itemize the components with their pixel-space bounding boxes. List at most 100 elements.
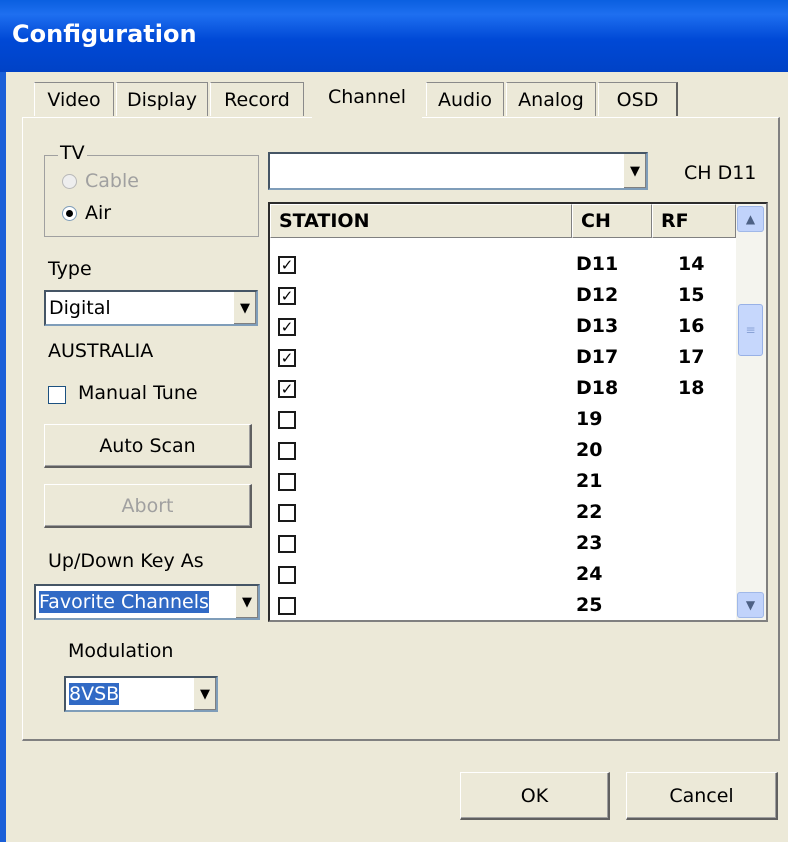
auto-scan-button[interactable]: Auto Scan bbox=[44, 424, 252, 468]
manual-tune-label: Manual Tune bbox=[78, 382, 198, 404]
table-row[interactable]: 22 bbox=[270, 498, 730, 529]
table-row[interactable]: ✓ D13 16 bbox=[270, 312, 730, 343]
updown-value: Favorite Channels bbox=[36, 591, 235, 613]
row-checkbox[interactable] bbox=[278, 504, 296, 522]
station-combo[interactable]: ▼ bbox=[268, 152, 648, 190]
chevron-down-icon[interactable]: ▼ bbox=[235, 586, 258, 618]
type-value: Digital bbox=[49, 297, 111, 319]
tv-group-label: TV bbox=[58, 142, 87, 164]
abort-button[interactable]: Abort bbox=[44, 484, 252, 528]
row-checkbox[interactable] bbox=[278, 473, 296, 491]
type-dropdown[interactable]: Digital ▼ bbox=[44, 290, 258, 326]
row-rf: 15 bbox=[678, 284, 705, 306]
radio-air-label: Air bbox=[85, 202, 112, 224]
abort-label: Abort bbox=[121, 494, 174, 517]
table-row[interactable]: 24 bbox=[270, 560, 730, 591]
row-checkbox[interactable]: ✓ bbox=[278, 256, 296, 274]
table-row[interactable]: ✓ D11 14 bbox=[270, 250, 730, 281]
scroll-down-icon[interactable]: ▼ bbox=[737, 592, 764, 618]
radio-air[interactable]: Air bbox=[62, 202, 111, 224]
row-rf: 18 bbox=[678, 377, 705, 399]
table-row[interactable]: 21 bbox=[270, 467, 730, 498]
chevron-down-icon[interactable]: ▼ bbox=[623, 154, 646, 188]
row-ch: D17 bbox=[576, 346, 619, 368]
chevron-down-icon[interactable]: ▼ bbox=[193, 678, 216, 710]
scroll-up-icon[interactable]: ▲ bbox=[737, 206, 764, 232]
table-row[interactable]: 23 bbox=[270, 529, 730, 560]
row-ch: 22 bbox=[576, 501, 603, 523]
tab-label: Record bbox=[224, 88, 290, 111]
radio-cable-dot bbox=[62, 173, 77, 189]
row-ch: 19 bbox=[576, 408, 603, 430]
table-row[interactable]: 19 bbox=[270, 405, 730, 436]
updown-label: Up/Down Key As bbox=[48, 550, 204, 572]
tab-analog[interactable]: Analog bbox=[506, 82, 596, 116]
header-label: STATION bbox=[279, 210, 370, 232]
scroll-thumb[interactable]: ≡ bbox=[738, 304, 763, 356]
row-ch: 25 bbox=[576, 594, 603, 616]
tab-label: Channel bbox=[327, 86, 406, 108]
row-ch: 21 bbox=[576, 470, 603, 492]
row-ch: D11 bbox=[576, 253, 619, 275]
row-ch: 23 bbox=[576, 532, 603, 554]
row-checkbox[interactable]: ✓ bbox=[278, 318, 296, 336]
row-checkbox[interactable] bbox=[278, 535, 296, 553]
row-ch: 24 bbox=[576, 563, 603, 585]
table-row[interactable]: ✓ D18 18 bbox=[270, 374, 730, 405]
updown-selected-text: Favorite Channels bbox=[39, 591, 209, 613]
auto-scan-label: Auto Scan bbox=[99, 434, 196, 457]
vertical-scrollbar[interactable]: ▲ ≡ ▼ bbox=[736, 204, 766, 620]
tab-video[interactable]: Video bbox=[34, 82, 114, 116]
tab-label: Analog bbox=[518, 88, 584, 111]
title-bar: Configuration bbox=[0, 0, 788, 72]
table-row[interactable]: ✓ D12 15 bbox=[270, 281, 730, 312]
tv-group-box bbox=[44, 155, 259, 237]
row-ch: D18 bbox=[576, 377, 619, 399]
modulation-selected-text: 8VSB bbox=[69, 683, 120, 705]
cancel-button[interactable]: Cancel bbox=[626, 772, 778, 820]
row-checkbox[interactable] bbox=[278, 597, 296, 615]
channel-readout: CH D11 bbox=[684, 162, 757, 184]
row-rf: 16 bbox=[678, 315, 705, 337]
radio-cable-label: Cable bbox=[85, 170, 139, 192]
modulation-dropdown[interactable]: 8VSB ▼ bbox=[64, 676, 218, 712]
row-checkbox[interactable] bbox=[278, 566, 296, 584]
column-header-rf[interactable]: RF bbox=[652, 204, 736, 238]
cancel-label: Cancel bbox=[669, 784, 734, 807]
header-label: RF bbox=[661, 210, 689, 232]
manual-tune-checkbox[interactable] bbox=[48, 386, 66, 404]
column-header-station[interactable]: STATION bbox=[270, 204, 572, 238]
row-rf: 14 bbox=[678, 253, 705, 275]
radio-cable[interactable]: Cable bbox=[62, 170, 139, 192]
row-checkbox[interactable] bbox=[278, 411, 296, 429]
ok-button[interactable]: OK bbox=[460, 772, 610, 820]
row-ch: 20 bbox=[576, 439, 603, 461]
tab-label: Display bbox=[126, 88, 198, 111]
row-rf: 17 bbox=[678, 346, 705, 368]
tab-display[interactable]: Display bbox=[116, 82, 208, 116]
ok-label: OK bbox=[520, 784, 549, 807]
tab-channel[interactable]: Channel bbox=[312, 76, 422, 118]
row-ch: D12 bbox=[576, 284, 619, 306]
radio-air-dot bbox=[62, 205, 77, 221]
tab-audio[interactable]: Audio bbox=[426, 82, 504, 116]
tab-osd[interactable]: OSD bbox=[598, 82, 678, 116]
row-ch: D13 bbox=[576, 315, 619, 337]
table-row[interactable]: 20 bbox=[270, 436, 730, 467]
row-checkbox[interactable]: ✓ bbox=[278, 349, 296, 367]
table-row[interactable]: ✓ D17 17 bbox=[270, 343, 730, 374]
station-list[interactable]: STATION CH RF ✓ D11 14 ✓ D12 15 ✓ D13 16 ✓ D17 1… bbox=[268, 202, 768, 622]
country-label: AUSTRALIA bbox=[48, 340, 154, 362]
updown-dropdown[interactable]: Favorite Channels ▼ bbox=[34, 584, 260, 620]
chevron-down-icon[interactable]: ▼ bbox=[233, 292, 256, 324]
table-row[interactable]: 25 bbox=[270, 591, 730, 620]
tab-label: OSD bbox=[616, 88, 659, 111]
tab-label: Video bbox=[47, 88, 101, 111]
modulation-label: Modulation bbox=[68, 640, 174, 662]
row-checkbox[interactable] bbox=[278, 442, 296, 460]
row-checkbox[interactable]: ✓ bbox=[278, 287, 296, 305]
column-header-ch[interactable]: CH bbox=[572, 204, 652, 238]
tab-record[interactable]: Record bbox=[210, 82, 304, 116]
tab-label: Audio bbox=[437, 88, 492, 111]
row-checkbox[interactable]: ✓ bbox=[278, 380, 296, 398]
